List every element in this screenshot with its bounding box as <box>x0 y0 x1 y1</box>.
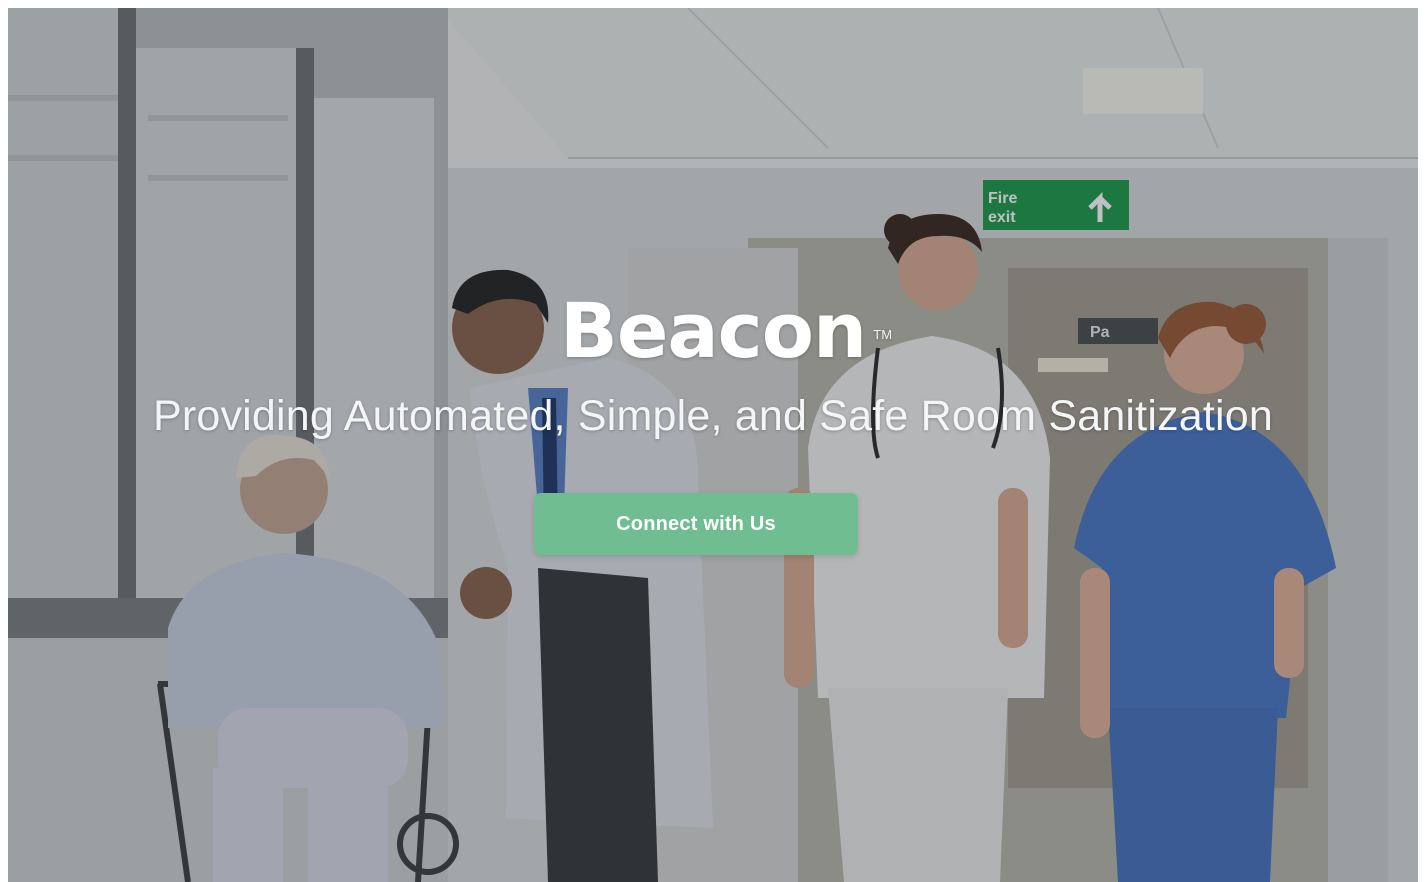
connect-with-us-button[interactable]: Connect with Us <box>534 493 858 555</box>
brand-title: Beacon TM <box>8 286 1418 376</box>
hero-section: Pa Fire exit Beacon TM Providing Automat… <box>8 8 1418 882</box>
hero-dark-overlay <box>8 8 1418 882</box>
trademark-symbol: TM <box>873 327 893 342</box>
hero-tagline: Providing Automated, Simple, and Safe Ro… <box>152 392 1274 440</box>
brand-logo-text: Beacon TM <box>560 286 892 376</box>
